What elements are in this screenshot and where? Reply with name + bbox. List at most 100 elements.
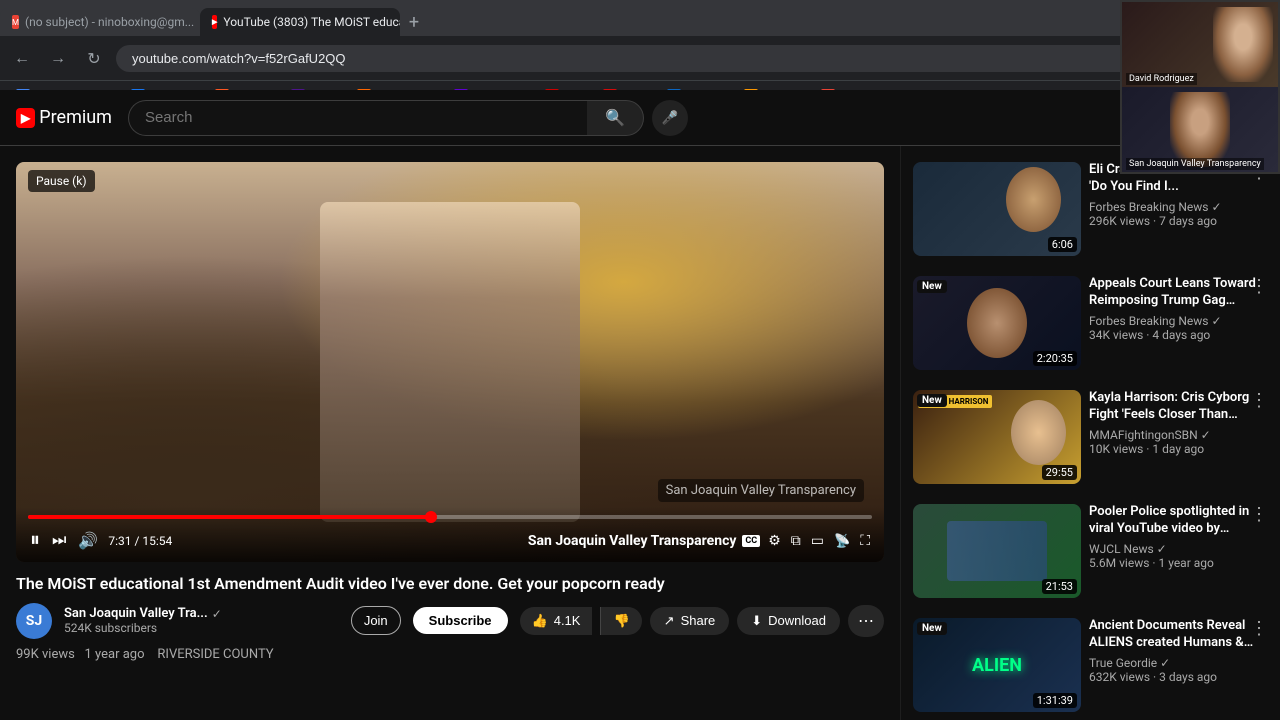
thumb-duration: 21:53 xyxy=(1042,579,1077,594)
sidebar-channel-name: Forbes Breaking News ✓ xyxy=(1089,314,1268,328)
search-button[interactable]: 🔍 xyxy=(587,100,644,136)
controls-right: San Joaquin Valley Transparency CC ⚙ ⧉ ▭… xyxy=(528,530,872,551)
search-input[interactable] xyxy=(128,100,587,136)
youtube-main: Pause (k) San Joaquin Valley Transparenc… xyxy=(0,146,1280,720)
tab-gmail[interactable]: M (no subject) - ninoboxing@gm... ✕ xyxy=(0,8,200,36)
settings-button[interactable]: ⚙ xyxy=(766,530,783,551)
progress-bar[interactable] xyxy=(28,515,872,519)
browser-chrome: M (no subject) - ninoboxing@gm... ✕ ▶ Yo… xyxy=(0,0,1280,90)
download-icon: ⬇ xyxy=(751,613,762,629)
sidebar-meta: 296K views · 7 days ago xyxy=(1089,214,1268,228)
sidebar-video-info: Appeals Court Leans Toward Reimposing Tr… xyxy=(1089,276,1268,370)
gmail-favicon: M xyxy=(12,15,19,29)
action-buttons: 👍 4.1K 👎 ↗ Share ⬇ Download ⋯ xyxy=(520,605,884,637)
sidebar-video-title: Ancient Documents Reveal ALIENS created … xyxy=(1089,618,1268,652)
channel-name-row: San Joaquin Valley Tra... ✓ xyxy=(64,606,339,621)
sidebar-video-item[interactable]: 2:20:35 New Appeals Court Leans Toward R… xyxy=(909,272,1272,374)
sidebar-meta: 5.6M views · 1 year ago xyxy=(1089,556,1268,570)
youtube-header: ▶ Premium 🔍 🎤 xyxy=(0,90,1280,146)
address-input[interactable] xyxy=(116,45,1236,72)
new-tab-button[interactable]: + xyxy=(400,8,428,36)
youtube-favicon: ▶ xyxy=(212,15,217,29)
verified-check: ✓ xyxy=(1160,656,1170,670)
sidebar-video-title: Appeals Court Leans Toward Reimposing Tr… xyxy=(1089,276,1268,310)
thumb-duration: 1:31:39 xyxy=(1033,693,1077,708)
sidebar-thumb: KAYLA HARRISON 29:55 New xyxy=(913,390,1081,484)
cc-icon[interactable]: CC xyxy=(742,535,760,547)
sidebar-more-button[interactable]: ⋮ xyxy=(1246,386,1272,415)
miniplayer-button[interactable]: ⧉ xyxy=(789,530,803,551)
time-display: 7:31 / 15:54 xyxy=(108,534,172,548)
sidebar-more-button[interactable]: ⋮ xyxy=(1246,614,1272,643)
sidebar-channel-name: Forbes Breaking News ✓ xyxy=(1089,200,1268,214)
tab-label-youtube: YouTube (3803) The MOiST educa... xyxy=(223,15,400,29)
search-container: 🔍 🎤 xyxy=(128,100,688,136)
youtube-logo-text: Premium xyxy=(39,107,112,128)
like-icon: 👍 xyxy=(532,613,548,629)
sidebar-thumb: ALIEN 1:31:39 New xyxy=(913,618,1081,712)
youtube-logo[interactable]: ▶ Premium xyxy=(16,107,112,128)
next-button[interactable]: ⏭ xyxy=(50,530,68,552)
mic-button[interactable]: 🎤 xyxy=(652,100,688,136)
forward-button[interactable]: → xyxy=(44,44,72,72)
share-button[interactable]: ↗ Share xyxy=(650,607,730,635)
verified-check: ✓ xyxy=(1201,428,1211,442)
sidebar-meta: 34K views · 4 days ago xyxy=(1089,328,1268,342)
controls-row: ⏸ ⏭ 🔊 7:31 / 15:54 San Joaquin Valley Tr… xyxy=(28,527,872,554)
video-frame: Pause (k) San Joaquin Valley Transparenc… xyxy=(16,162,884,562)
sidebar: 6:06 Eli Crane Asks FBI H Blank: 'Do You… xyxy=(900,146,1280,720)
sidebar-video-info: Pooler Police spotlighted in viral YouTu… xyxy=(1089,504,1268,598)
sidebar-more-button[interactable]: ⋮ xyxy=(1246,272,1272,301)
alien-text: ALIEN xyxy=(972,655,1022,676)
subscribe-button[interactable]: Subscribe xyxy=(413,607,508,634)
fullscreen-button[interactable]: ⛶ xyxy=(858,530,872,551)
thumb-figure xyxy=(967,288,1027,358)
download-button[interactable]: ⬇ Download xyxy=(737,607,840,635)
mic-icon: 🎤 xyxy=(662,110,679,126)
theater-button[interactable]: ▭ xyxy=(809,530,826,551)
new-badge: New xyxy=(917,394,947,407)
sidebar-video-item[interactable]: KAYLA HARRISON 29:55 New Kayla Harrison:… xyxy=(909,386,1272,488)
sidebar-channel-name: True Geordie ✓ xyxy=(1089,656,1268,670)
join-button[interactable]: Join xyxy=(351,606,401,635)
sidebar-more-button[interactable]: ⋮ xyxy=(1246,500,1272,529)
webcam-label-top: David Rodriguez xyxy=(1126,73,1197,85)
webcam-person-bottom xyxy=(1170,92,1230,167)
video-meta-row: SJ San Joaquin Valley Tra... ✓ 524K subs… xyxy=(16,603,884,639)
youtube-app: ▶ Premium 🔍 🎤 Pause (k) San xyxy=(0,90,1280,720)
cast-button[interactable]: 📡 xyxy=(832,531,852,551)
sidebar-video-item[interactable]: 21:53 Pooler Police spotlighted in viral… xyxy=(909,500,1272,602)
pause-button[interactable]: ⏸ xyxy=(28,527,42,554)
share-icon: ↗ xyxy=(664,613,675,629)
view-info: 99K views 1 year ago RIVERSIDE COUNTY xyxy=(16,647,884,662)
progress-filled xyxy=(28,515,431,519)
reload-button[interactable]: ↻ xyxy=(80,44,108,72)
dislike-button[interactable]: 👎 xyxy=(600,607,641,635)
video-player[interactable]: Pause (k) San Joaquin Valley Transparenc… xyxy=(16,162,884,562)
tab-bar: M (no subject) - ninoboxing@gm... ✕ ▶ Yo… xyxy=(0,0,1280,36)
thumb-figure xyxy=(1011,400,1066,465)
volume-button[interactable]: 🔊 xyxy=(76,529,100,553)
channel-avatar[interactable]: SJ xyxy=(16,603,52,639)
video-controls: ⏸ ⏭ 🔊 7:31 / 15:54 San Joaquin Valley Tr… xyxy=(16,507,884,562)
video-section: Pause (k) San Joaquin Valley Transparenc… xyxy=(0,146,900,720)
subtitle-text: San Joaquin Valley Transparency xyxy=(528,533,737,549)
subscriber-count: 524K subscribers xyxy=(64,621,339,635)
more-options-button[interactable]: ⋯ xyxy=(848,605,884,637)
youtube-logo-icon: ▶ xyxy=(16,108,35,128)
sidebar-thumb: 21:53 xyxy=(913,504,1081,598)
sidebar-item-2: 2:20:35 New Appeals Court Leans Toward R… xyxy=(909,272,1272,374)
like-button[interactable]: 👍 4.1K xyxy=(520,607,593,635)
video-person xyxy=(320,202,580,522)
tab-youtube[interactable]: ▶ YouTube (3803) The MOiST educa... ✕ xyxy=(200,8,400,36)
back-button[interactable]: ← xyxy=(8,44,36,72)
webcam-overlay: David Rodriguez San Joaquin Valley Trans… xyxy=(1120,0,1280,174)
sidebar-thumb: 2:20:35 New xyxy=(913,276,1081,370)
verified-icon: ✓ xyxy=(212,607,222,621)
tab-label-gmail: (no subject) - ninoboxing@gm... xyxy=(25,15,194,29)
sidebar-video-item[interactable]: ALIEN 1:31:39 New Ancient Documents Reve… xyxy=(909,614,1272,716)
sidebar-meta: 10K views · 1 day ago xyxy=(1089,442,1268,456)
video-title: The MOiST educational 1st Amendment Audi… xyxy=(16,574,884,595)
channel-name[interactable]: San Joaquin Valley Tra... xyxy=(64,606,208,621)
sidebar-thumb: 6:06 xyxy=(913,162,1081,256)
